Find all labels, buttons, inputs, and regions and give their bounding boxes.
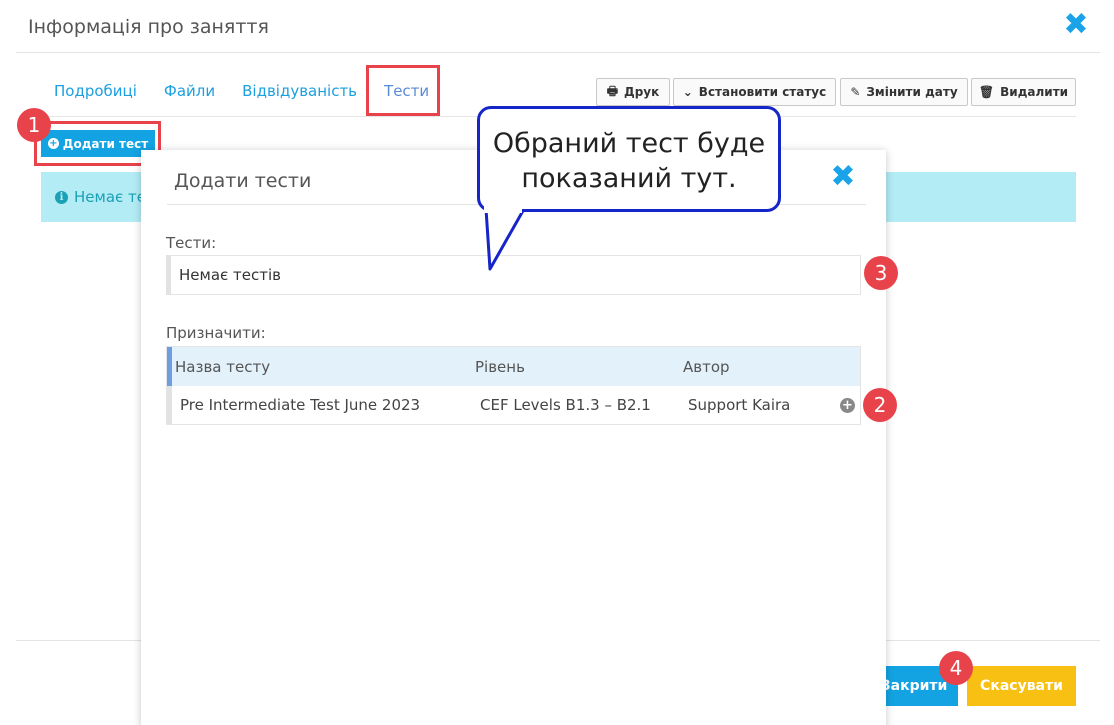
tests-table: Назва тесту Рівень Автор Pre Intermediat…	[166, 346, 861, 425]
header-level: Рівень	[475, 357, 525, 376]
cell-level: CEF Levels B1.3 – B2.1	[480, 396, 651, 414]
cell-author: Support Kaira	[688, 396, 791, 414]
outer-divider-top	[16, 52, 1100, 53]
add-test-label: Додати тест	[62, 136, 149, 151]
set-status-label: Встановити статус	[698, 85, 827, 99]
cell-test-name: Pre Intermediate Test June 2023	[180, 396, 421, 414]
tab-files[interactable]: Файли	[164, 82, 215, 100]
chevron-down-icon: ⌄	[682, 85, 693, 99]
table-row[interactable]: Pre Intermediate Test June 2023 CEF Leve…	[167, 386, 860, 424]
set-status-button[interactable]: ⌄ Встановити статус	[673, 78, 836, 106]
change-date-label: Змінити дату	[866, 85, 958, 99]
cancel-button[interactable]: Скасувати	[967, 666, 1076, 706]
inner-close-icon[interactable]: ✖	[830, 162, 856, 192]
tab-details[interactable]: Подробиці	[54, 82, 137, 100]
tests-empty-text: Немає тестів	[179, 266, 281, 284]
callout-tail	[484, 207, 526, 271]
add-test-button[interactable]: + Додати тест	[41, 130, 155, 157]
outer-close-icon[interactable]: ✖	[1063, 10, 1089, 40]
plus-circle-icon: +	[47, 138, 59, 149]
header-author: Автор	[683, 357, 730, 376]
trash-icon: 🗑	[978, 85, 995, 99]
delete-label: Видалити	[1000, 85, 1069, 99]
inner-modal-title: Додати тести	[174, 170, 312, 192]
tests-label: Тести:	[166, 234, 217, 252]
step-badge-1: 1	[17, 108, 51, 142]
callout-bubble: Обраний тест буде показаний тут.	[477, 106, 781, 212]
add-row-plus-icon[interactable]: +	[840, 398, 855, 413]
callout-line-2: показаний тут.	[521, 163, 737, 194]
print-button[interactable]: 🖶 Друк	[596, 78, 670, 106]
step-badge-2: 2	[863, 388, 897, 422]
print-label: Друк	[624, 85, 660, 99]
callout-tail-cover	[484, 203, 522, 213]
info-icon: i	[55, 190, 68, 204]
header-test-name: Назва тесту	[175, 357, 271, 376]
delete-button[interactable]: 🗑 Видалити	[971, 78, 1076, 106]
outer-modal-title: Інформація про заняття	[28, 16, 269, 38]
tab-attendance[interactable]: Відвідуваність	[242, 82, 357, 100]
info-message: Немає те	[74, 188, 146, 206]
step-badge-3: 3	[864, 256, 898, 290]
step-badge-4: 4	[939, 651, 973, 685]
change-date-button[interactable]: ✎ Змінити дату	[840, 78, 968, 106]
assign-label: Призначити:	[166, 324, 266, 342]
pencil-icon: ✎	[850, 85, 861, 99]
tab-tests-highlight	[366, 65, 440, 116]
printer-icon: 🖶	[606, 83, 619, 98]
callout-line-1: Обраний тест буде	[492, 128, 766, 159]
table-header: Назва тесту Рівень Автор	[167, 347, 860, 386]
